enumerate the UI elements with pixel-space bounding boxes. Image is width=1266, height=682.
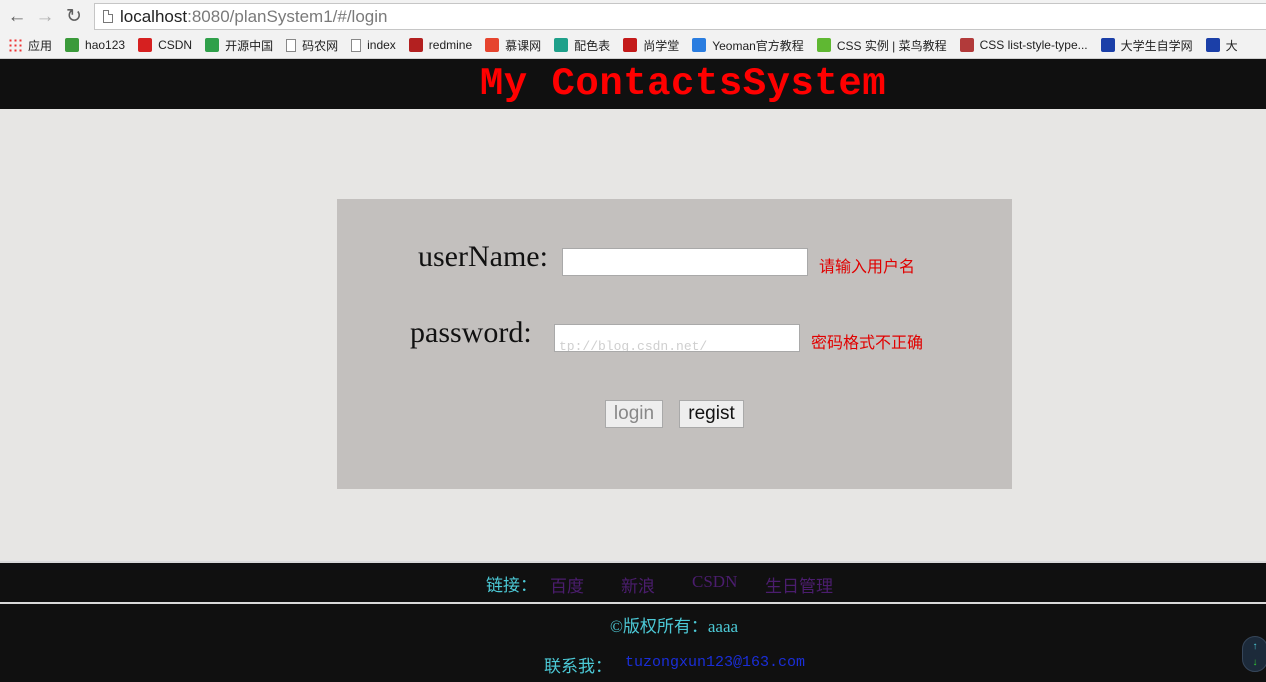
url-path: :8080/planSystem1/#/login [187, 7, 388, 26]
bookmark-item[interactable]: hao123 [65, 38, 125, 52]
apps-grid-icon [8, 38, 22, 52]
bookmark-label: 配色表 [574, 38, 611, 53]
site-title: My ContactsSystem [479, 62, 887, 106]
password-label: password: [410, 316, 532, 349]
bookmark-item[interactable]: index [351, 38, 396, 52]
url-input[interactable]: localhost:8080/planSystem1/#/login [94, 3, 1266, 30]
site-header: My ContactsSystem [0, 59, 1266, 109]
forward-arrow-icon[interactable]: → [34, 5, 56, 27]
bookmark-item[interactable]: 大学生自学网 [1100, 37, 1193, 54]
password-error: 密码格式不正确 [811, 335, 924, 352]
url-host: localhost [120, 7, 188, 26]
bookmark-item[interactable]: 尚学堂 [623, 37, 679, 54]
bookmark-label: 码农网 [302, 38, 339, 53]
bookmark-label: 慕课网 [505, 38, 542, 53]
bookmark-label: 大学生自学网 [1120, 38, 1193, 53]
footer: ©版权所有：aaaa 联系我： tuzongxun123@163.com [0, 604, 1266, 682]
file-icon [286, 38, 297, 52]
browser-address-bar: ← → ↻ localhost:8080/planSystem1/#/login [0, 0, 1266, 32]
contact-label: 联系我： [544, 657, 612, 676]
oschina-icon [205, 38, 220, 52]
zixue2-icon [1205, 38, 1220, 52]
arrow-up-icon: ↑ [1252, 641, 1258, 652]
bookmark-label: redmine [428, 38, 473, 52]
scroll-to-top-button[interactable]: ↑ ↓ [1242, 636, 1266, 672]
reload-icon[interactable]: ↻ [63, 5, 85, 27]
arrow-down-icon: ↓ [1252, 657, 1258, 668]
bookmark-item[interactable]: CSDN [138, 38, 192, 52]
bookmark-item[interactable]: Yeoman官方教程 [692, 37, 804, 54]
yeoman-icon [692, 38, 707, 52]
link-csdn[interactable]: CSDN [692, 572, 737, 592]
bookmark-label: 应用 [28, 38, 53, 53]
bookmark-item[interactable]: 应用 [8, 37, 52, 54]
bookmark-label: 尚学堂 [643, 38, 680, 53]
file-icon [351, 38, 362, 52]
w3-icon [959, 38, 974, 52]
redmine-icon [408, 38, 423, 52]
imooc-icon [485, 38, 500, 52]
bookmark-label: CSS list-style-type... [979, 38, 1088, 52]
bookmark-item[interactable]: 配色表 [554, 37, 610, 54]
bookmark-label: index [367, 38, 396, 52]
back-arrow-icon[interactable]: ← [6, 5, 28, 27]
url-text: localhost:8080/planSystem1/#/login [120, 7, 387, 27]
password-input[interactable]: tp://blog.csdn.net/ [554, 324, 800, 352]
links-label: 链接： [486, 576, 537, 595]
link-baidu[interactable]: 百度 [550, 572, 584, 597]
username-error: 请输入用户名 [819, 259, 916, 276]
bookmark-label: CSS 实例 | 菜鸟教程 [836, 38, 947, 53]
bookmark-label: CSDN [158, 38, 193, 52]
login-panel: userName: 请输入用户名 password: tp://blog.csd… [337, 199, 1012, 489]
bookmark-item[interactable]: 开源中国 [205, 37, 273, 54]
copyright-text: ©版权所有：aaaa [609, 617, 739, 636]
bookmark-item[interactable]: 慕课网 [485, 37, 541, 54]
bookmark-item[interactable]: CSS 实例 | 菜鸟教程 [816, 37, 947, 54]
main-content: userName: 请输入用户名 password: tp://blog.csd… [0, 109, 1266, 561]
link-sina[interactable]: 新浪 [621, 572, 655, 597]
link-birthday[interactable]: 生日管理 [765, 572, 833, 597]
bookmark-label: hao123 [85, 38, 126, 52]
bookmark-item[interactable]: CSS list-style-type... [959, 38, 1088, 52]
bookmark-item[interactable]: 码农网 [286, 37, 338, 54]
runoob-icon [816, 38, 831, 52]
links-bar: 链接： 百度 新浪 CSDN 生日管理 [0, 563, 1266, 602]
bookmark-item[interactable]: 大 [1205, 37, 1238, 54]
peise-icon [554, 38, 569, 52]
sxt-icon [623, 38, 638, 52]
contact-email-link[interactable]: tuzongxun123@163.com [625, 654, 805, 671]
login-button[interactable]: login [605, 400, 663, 428]
username-label: userName: [418, 240, 548, 273]
bookmark-item[interactable]: redmine [408, 38, 473, 52]
bookmark-label: Yeoman官方教程 [712, 38, 804, 53]
bookmarks-bar: 应用 hao123 CSDN 开源中国 码农网 index redmine 慕课网 配色表 尚学堂… [0, 32, 1266, 59]
zixue-icon [1100, 38, 1115, 52]
username-input[interactable] [562, 248, 808, 276]
page-icon [103, 10, 113, 23]
bookmark-label: 开源中国 [225, 38, 274, 53]
csdn-icon [138, 38, 153, 52]
hao123-icon [65, 38, 80, 52]
bookmark-label: 大 [1225, 38, 1238, 53]
regist-button[interactable]: regist [679, 400, 744, 428]
